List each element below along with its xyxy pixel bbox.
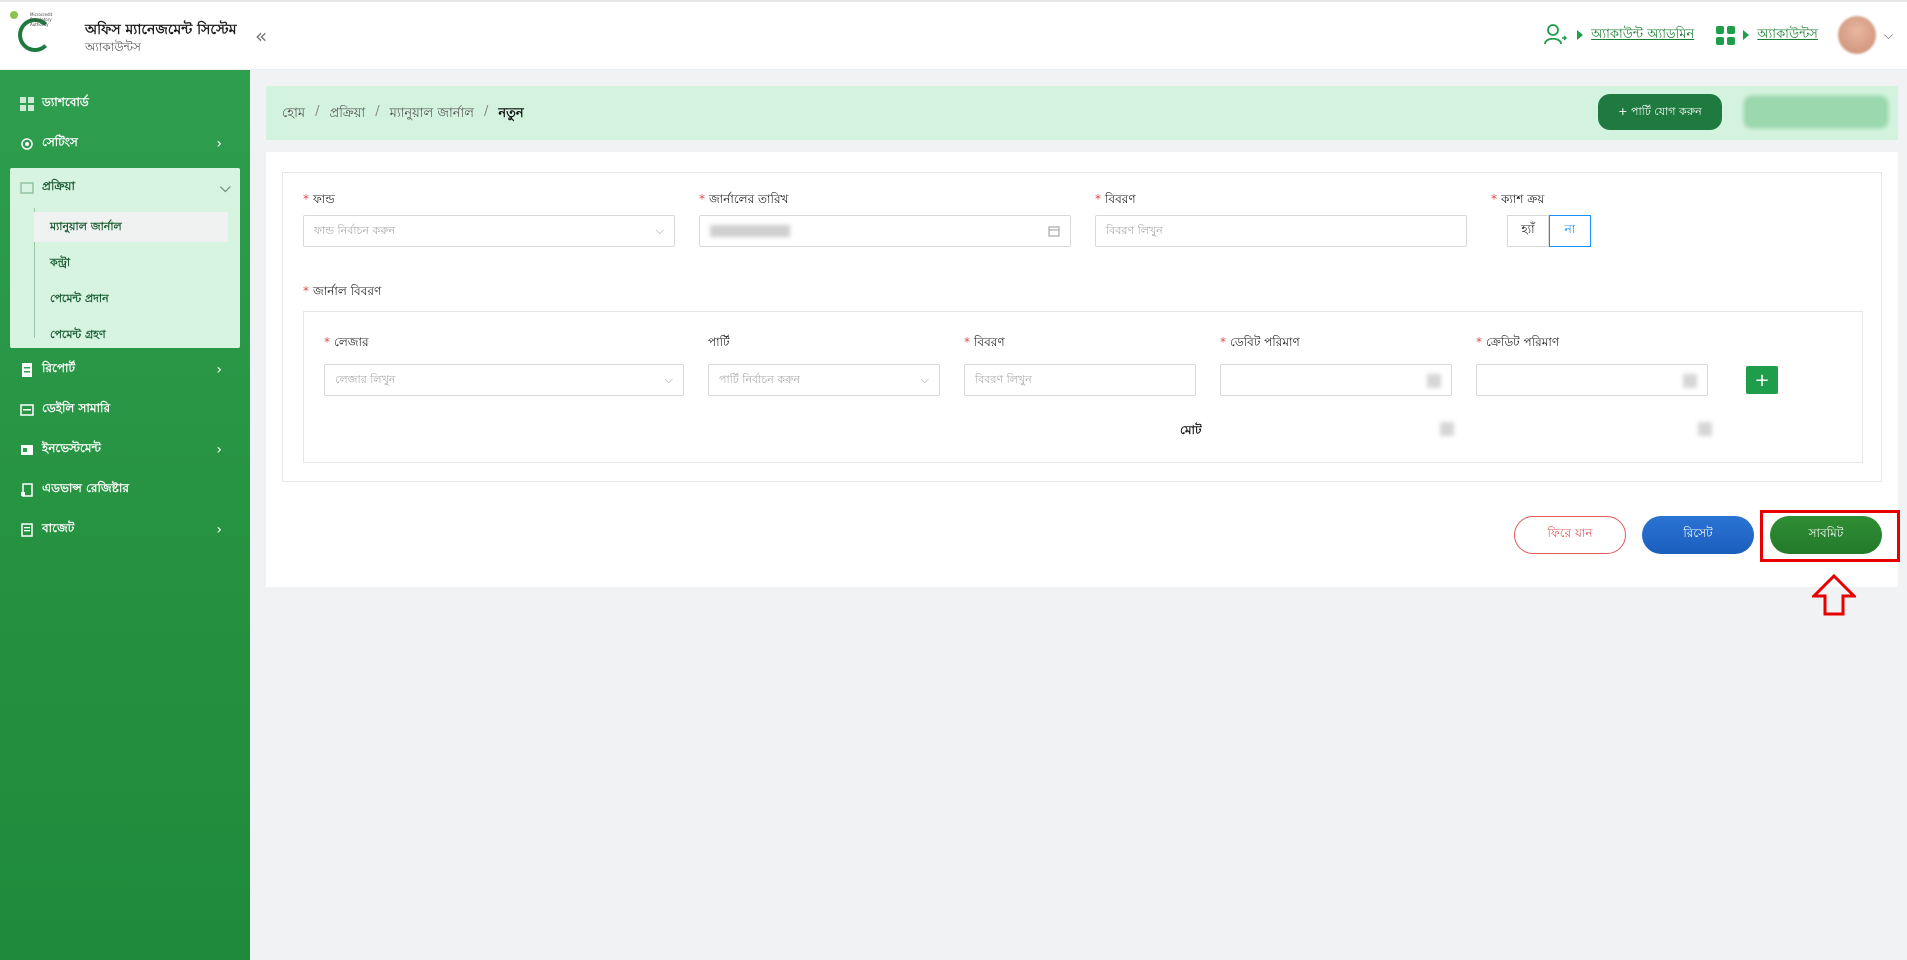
party-label: পার্টি (708, 335, 730, 349)
logo-text: Microcredit Regulatory Authority (30, 12, 53, 27)
cash-buy-label: * ক্যাশ ক্রয় (1491, 192, 1545, 206)
dashboard-icon (20, 97, 34, 111)
sidebar-item-settings[interactable]: সেটিংস › (0, 124, 250, 164)
accounts-module-link[interactable]: অ্যাকাউন্টস (1757, 25, 1818, 46)
credit-value-blurred (1683, 374, 1697, 388)
journal-details-label: * জার্নাল বিবরণ (303, 284, 382, 298)
chevron-down-icon: ⌵ (655, 224, 664, 237)
debit-amount-label: * ডেবিট পরিমাণ (1220, 335, 1300, 349)
chevron-down-icon: ⌵ (664, 373, 673, 386)
breadcrumb-manual-journal[interactable]: ম্যানুয়াল জার্নাল (390, 104, 474, 125)
sidebar-item-label: বাজেট (42, 521, 75, 535)
sidebar-item-label: ইনভেস্টমেন্ট (42, 441, 101, 455)
avatar[interactable] (1837, 16, 1876, 54)
breadcrumb-process[interactable]: প্রক্রিয়া (329, 104, 365, 125)
breadcrumb-separator: / (484, 104, 489, 119)
budget-icon (21, 523, 33, 537)
sidebar-item-advance-register[interactable]: এডভান্স রেজিষ্টার (0, 470, 250, 510)
sidebar-item-dashboard[interactable]: ড্যাশবোর্ড (0, 84, 250, 124)
cash-buy-no-option[interactable]: না (1549, 215, 1591, 247)
sidebar-item-label: প্রক্রিয়া (42, 179, 75, 193)
sidebar-subitem-manual-journal[interactable]: ম্যানুয়াল জার্নাল (34, 212, 228, 242)
journal-form: * ফান্ড * জার্নালের তারিখ * বিবরণ * ক্যাশ ক্… (282, 172, 1882, 482)
calendar-icon (1048, 226, 1060, 237)
sidebar-group-process: প্রক্রিয়া ⌵ ম্যানুয়াল জার্নাল কন্ট্রা … (10, 168, 240, 348)
cash-buy-yes-option[interactable]: হ্যাঁ (1507, 215, 1549, 247)
chevron-right-icon: › (216, 362, 222, 378)
sidebar: ড্যাশবোর্ড সেটিংস › প্রক্রিয়া ⌵ ম্যানুয… (0, 70, 250, 960)
sidebar-item-label: ড্যাশবোর্ড (42, 95, 89, 109)
back-button[interactable]: ফিরে যান (1514, 516, 1626, 554)
row-description-input[interactable]: বিবরণ লিখুন (964, 364, 1196, 396)
top-header: Microcredit Regulatory Authority অফিস ম্… (0, 0, 1907, 70)
total-label: মোট (1180, 423, 1202, 437)
reset-button[interactable]: রিসেট (1642, 516, 1754, 554)
up-arrow-annotation-icon (1812, 574, 1856, 616)
arrow-right-icon (1743, 30, 1750, 40)
sidebar-item-label: ডেইলি সামারি (42, 401, 111, 415)
row-description-label: * বিবরণ (964, 335, 1005, 349)
sidebar-item-label: রিপোর্ট (42, 361, 76, 375)
date-value-blurred (710, 225, 790, 237)
party-select[interactable]: পার্টি নির্বাচন করুন ⌵ (708, 364, 940, 396)
user-switch-icon[interactable] (1543, 22, 1569, 48)
form-card: * ফান্ড * জার্নালের তারিখ * বিবরণ * ক্যাশ ক্… (266, 152, 1898, 587)
sidebar-item-process[interactable]: প্রক্রিয়া ⌵ (20, 168, 231, 208)
debit-amount-input[interactable] (1220, 364, 1452, 396)
credit-amount-label: * ক্রেডিট পরিমাণ (1476, 335, 1560, 349)
breadcrumb-bar: হোম / প্রক্রিয়া / ম্যানুয়াল জার্নাল / … (266, 86, 1898, 140)
chevron-right-icon: › (216, 442, 222, 458)
sidebar-item-daily-summary[interactable]: ডেইলি সামারি (0, 390, 250, 430)
sidebar-subitem-contra[interactable]: কন্ট্রা (34, 248, 228, 278)
arrow-right-icon (1577, 30, 1584, 40)
collapse-sidebar-button[interactable]: « (255, 24, 267, 48)
breadcrumb-home[interactable]: হোম (282, 104, 305, 125)
journal-date-label: * জার্নালের তারিখ (699, 192, 789, 206)
breadcrumb-separator: / (375, 104, 380, 119)
sidebar-item-report[interactable]: রিপোর্ট › (0, 350, 250, 390)
register-icon (21, 483, 33, 497)
blurred-button[interactable] (1742, 94, 1890, 130)
ledger-select[interactable]: লেজার লিখুন ⌵ (324, 364, 684, 396)
chevron-down-icon: ⌵ (920, 373, 929, 386)
breadcrumb-current: নতুন (498, 106, 524, 121)
sidebar-item-budget[interactable]: বাজেট › (0, 510, 250, 550)
header-right: অ্যাকাউন্ট অ্যাডমিন অ্যাকাউন্টস ⌵ (1543, 16, 1893, 54)
process-icon (20, 182, 34, 194)
description-label: * বিবরণ (1095, 192, 1136, 206)
journal-date-picker[interactable] (699, 215, 1071, 247)
sidebar-subitem-payment-given[interactable]: পেমেন্ট প্রদান (34, 284, 228, 314)
credit-amount-input[interactable] (1476, 364, 1708, 396)
breadcrumb-separator: / (315, 104, 320, 119)
chevron-down-icon: ⌵ (220, 180, 231, 196)
add-party-button[interactable]: + পার্টি যোগ করুন (1598, 94, 1722, 130)
summary-icon (20, 404, 34, 416)
journal-details-box: * লেজার পার্টি * বিবরণ * ডেবিট পরিমাণ * ক্রে… (303, 311, 1863, 463)
submit-highlight-box (1760, 510, 1900, 562)
cash-buy-toggle: হ্যাঁ না (1507, 215, 1591, 247)
report-icon (22, 363, 32, 377)
ledger-label: * লেজার (324, 335, 369, 349)
account-admin-link[interactable]: অ্যাকাউন্ট অ্যাডমিন (1591, 25, 1694, 46)
sidebar-subitem-payment-received[interactable]: পেমেন্ট গ্রহণ (34, 320, 228, 350)
sidebar-item-label: এডভান্স রেজিষ্টার (42, 481, 129, 495)
gear-icon (21, 138, 33, 150)
sidebar-item-investment[interactable]: ইনভেস্টমেন্ট › (0, 430, 250, 470)
fund-label: * ফান্ড (303, 192, 335, 206)
debit-total-blurred (1440, 422, 1454, 436)
chevron-right-icon: › (216, 522, 222, 538)
description-input[interactable]: বিবরণ লিখুন (1095, 215, 1467, 247)
sidebar-item-label: সেটিংস (42, 135, 78, 149)
app-subtitle: অ্যাকাউন্টস (85, 40, 141, 54)
investment-icon (21, 445, 33, 455)
apps-grid-icon[interactable] (1716, 25, 1736, 45)
logo-dot (10, 11, 18, 19)
breadcrumb: হোম / প্রক্রিয়া / ম্যানুয়াল জার্নাল / … (282, 104, 524, 125)
chevron-down-icon[interactable]: ⌵ (1884, 28, 1893, 43)
credit-total-blurred (1698, 422, 1712, 436)
chevron-right-icon: › (216, 136, 222, 152)
add-row-button[interactable]: + (1746, 366, 1778, 394)
fund-select[interactable]: ফান্ড নির্বাচন করুন ⌵ (303, 215, 675, 247)
debit-value-blurred (1427, 374, 1441, 388)
